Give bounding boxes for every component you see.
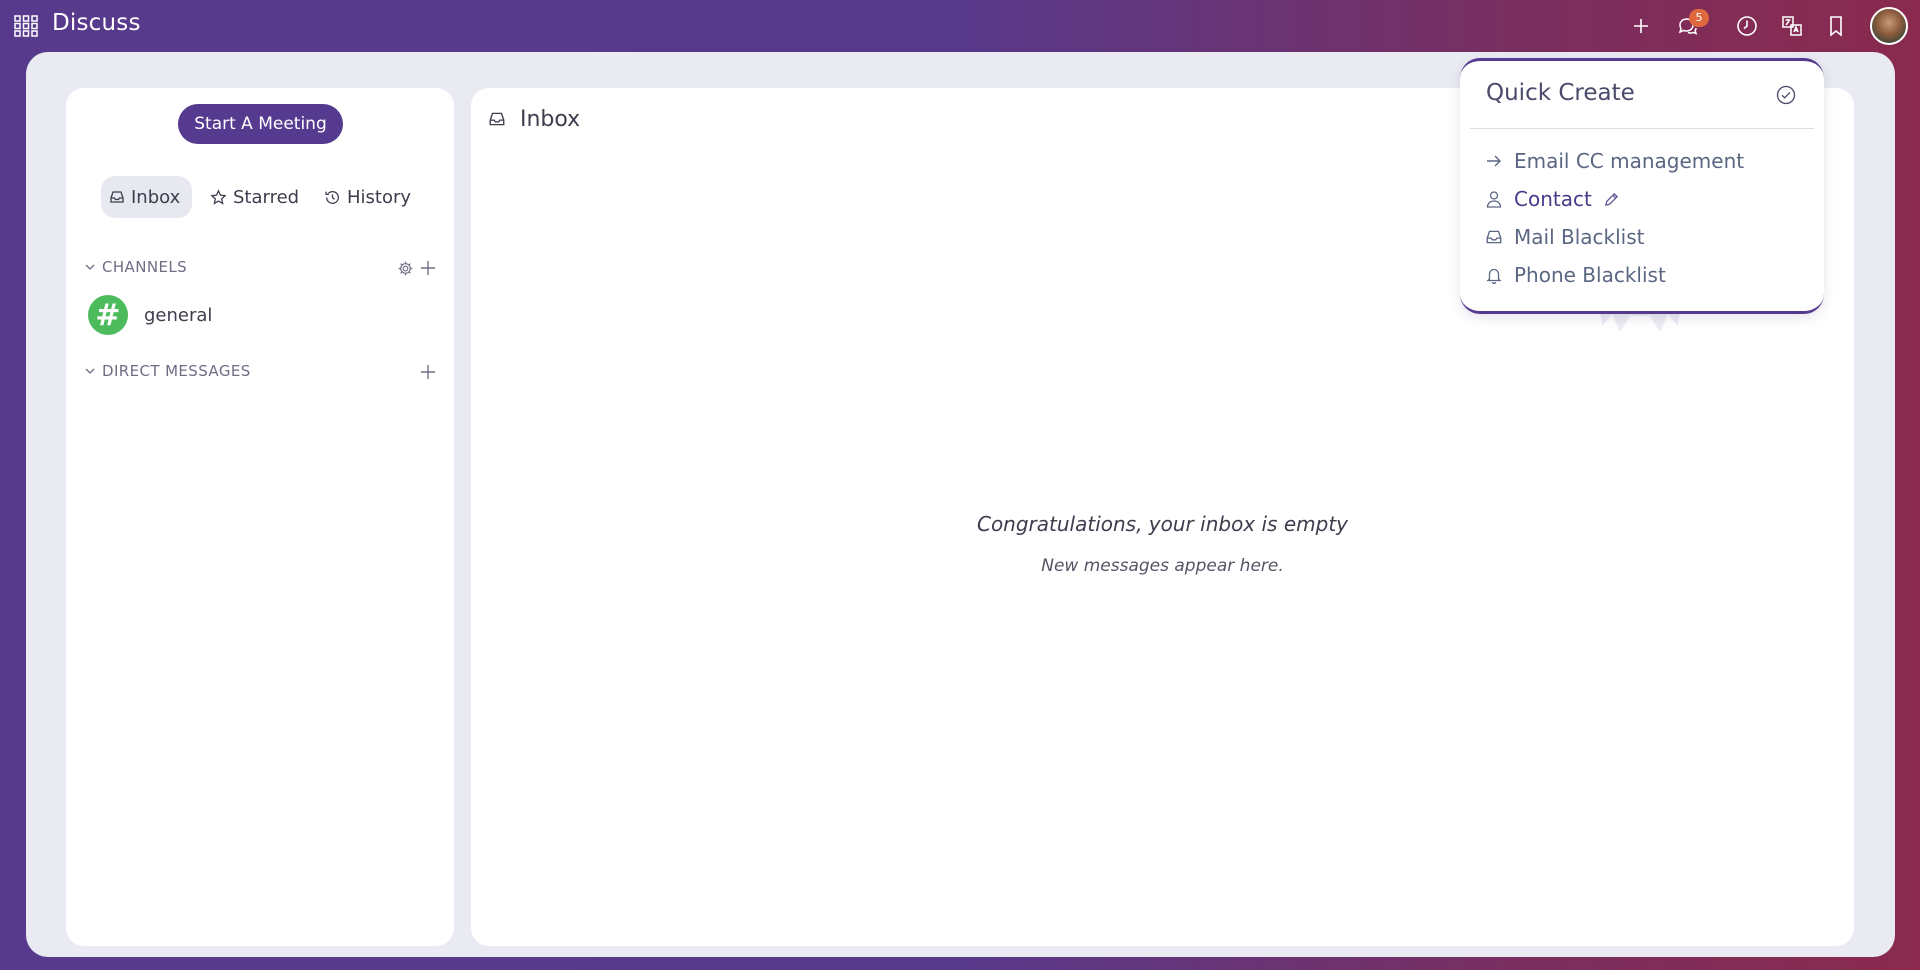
plus-icon[interactable]	[1625, 10, 1657, 42]
tab-label: Starred	[233, 186, 300, 208]
page-title: Inbox	[520, 106, 581, 132]
apps-grid-icon[interactable]	[14, 15, 38, 37]
bell-icon	[1484, 265, 1504, 285]
tab-inbox[interactable]: Inbox	[101, 176, 192, 218]
empty-state-title: Congratulations, your inbox is empty	[976, 512, 1348, 536]
hash-icon: #	[88, 295, 128, 335]
quick-create-item-label: Contact	[1514, 187, 1592, 211]
tab-label: Inbox	[131, 186, 181, 208]
translate-icon[interactable]	[1776, 10, 1808, 42]
clock-icon[interactable]	[1731, 10, 1763, 42]
bookmark-icon[interactable]	[1820, 10, 1852, 42]
start-meeting-button[interactable]: Start A Meeting	[178, 104, 343, 144]
empty-state-subtitle: New messages appear here.	[1041, 556, 1284, 576]
arrow-right-icon	[1484, 151, 1504, 171]
channels-section-header[interactable]: CHANNELS	[84, 256, 187, 278]
quick-create-item-email-cc-management[interactable]: Email CC management	[1484, 146, 1744, 176]
check-circle-icon[interactable]	[1775, 84, 1797, 106]
channel-item-general[interactable]: # general	[88, 294, 428, 336]
inbox-icon	[489, 112, 505, 126]
quick-create-item-phone-blacklist[interactable]: Phone Blacklist	[1484, 260, 1666, 290]
person-icon	[1484, 189, 1504, 209]
channel-settings-icon[interactable]	[395, 258, 415, 278]
history-icon	[325, 190, 339, 204]
app-title: Discuss	[52, 10, 141, 36]
divider	[1470, 128, 1814, 129]
top-bar: Discuss 5	[0, 0, 1920, 52]
inbox-header: Inbox	[488, 104, 580, 134]
quick-create-item-label: Phone Blacklist	[1514, 263, 1666, 287]
direct-messages-section-header[interactable]: DIRECT MESSAGES	[84, 360, 251, 382]
tab-starred[interactable]: Starred	[202, 176, 308, 218]
channels-label: CHANNELS	[102, 258, 188, 276]
user-avatar[interactable]	[1870, 7, 1908, 45]
tab-history[interactable]: History	[316, 176, 426, 218]
tab-label: History	[347, 186, 412, 208]
quick-create-item-label: Email CC management	[1514, 149, 1745, 173]
direct-messages-label: DIRECT MESSAGES	[102, 362, 251, 380]
add-channel-icon[interactable]	[418, 258, 438, 278]
inbox-tray-icon	[1484, 227, 1504, 247]
add-direct-message-icon[interactable]	[418, 362, 438, 382]
quick-create-title: Quick Create	[1486, 80, 1635, 106]
quick-create-item-contact[interactable]: Contact	[1484, 184, 1622, 214]
message-count-badge: 5	[1689, 9, 1709, 27]
chevron-down-icon	[85, 264, 95, 270]
pencil-icon[interactable]	[1602, 189, 1622, 209]
inbox-icon	[110, 191, 124, 203]
star-icon	[210, 188, 227, 205]
quick-create-item-label: Mail Blacklist	[1514, 225, 1645, 249]
channel-name: general	[144, 304, 213, 326]
quick-create-item-mail-blacklist[interactable]: Mail Blacklist	[1484, 222, 1644, 252]
chevron-down-icon	[85, 368, 95, 374]
